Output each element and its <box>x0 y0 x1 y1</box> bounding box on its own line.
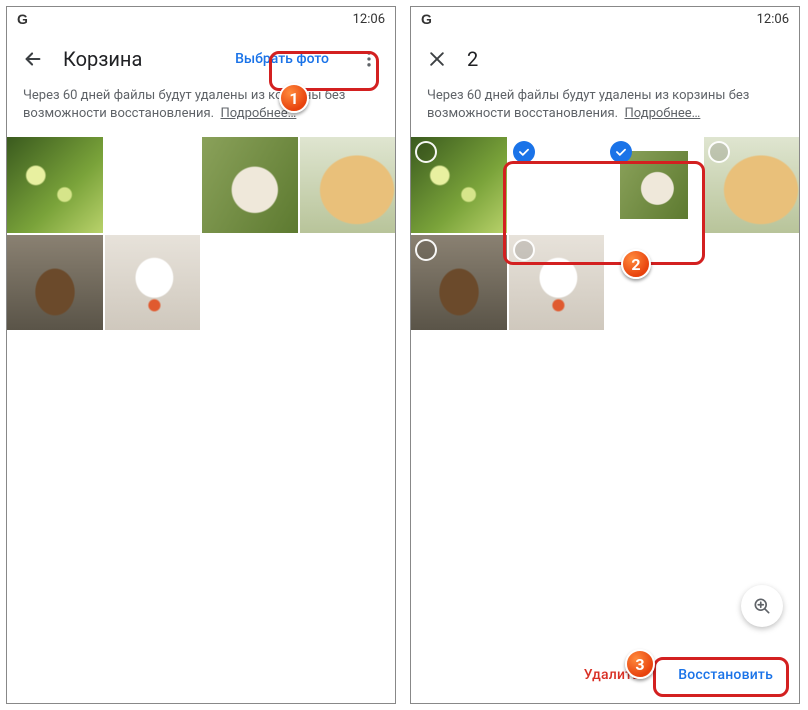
learn-more-link[interactable]: Подробнее… <box>221 106 297 121</box>
page-title: Корзина <box>63 47 215 71</box>
photo-thumb[interactable] <box>606 137 702 233</box>
thumb-image <box>300 137 396 233</box>
thumb-image <box>202 137 298 233</box>
photo-grid <box>411 137 799 330</box>
photo-thumb[interactable] <box>411 235 507 331</box>
photo-thumb[interactable] <box>7 235 103 331</box>
photo-thumb[interactable] <box>509 137 605 233</box>
photo-thumb[interactable] <box>202 137 298 233</box>
photo-thumb[interactable] <box>411 137 507 233</box>
learn-more-link[interactable]: Подробнее… <box>625 106 701 121</box>
photo-thumb[interactable] <box>105 137 201 233</box>
google-brand-icon: G <box>17 11 28 27</box>
app-bar: Корзина Выбрать фото <box>7 31 395 87</box>
status-time: 12:06 <box>757 12 789 27</box>
selection-check-empty-icon[interactable] <box>513 239 535 261</box>
selection-check-picked-icon[interactable] <box>513 141 535 163</box>
photo-thumb[interactable] <box>509 235 605 331</box>
trash-notice-text: Через 60 дней файлы будут удалены из кор… <box>23 88 345 121</box>
zoom-in-icon <box>752 596 772 616</box>
restore-button[interactable]: Восстановить <box>664 657 787 693</box>
more-vert-icon <box>359 49 379 69</box>
app-bar: 2 <box>411 31 799 87</box>
status-bar: G 12:06 <box>411 7 799 31</box>
photo-thumb[interactable] <box>300 137 396 233</box>
arrow-back-icon <box>22 48 44 70</box>
photo-thumb[interactable] <box>7 137 103 233</box>
trash-notice: Через 60 дней файлы будут удалены из кор… <box>7 87 395 137</box>
close-icon <box>427 49 447 69</box>
select-photo-button[interactable]: Выбрать фото <box>225 45 339 73</box>
zoom-fab[interactable] <box>741 585 783 627</box>
google-brand-icon: G <box>421 11 432 27</box>
thumb-image <box>105 235 201 331</box>
selection-count: 2 <box>467 47 793 71</box>
action-bar: Удалить Восстановить <box>411 647 799 703</box>
phone-right: G 12:06 2 Через 60 дней файлы будут удал… <box>410 6 800 704</box>
selection-check-empty-icon[interactable] <box>415 239 437 261</box>
photo-thumb[interactable] <box>704 137 800 233</box>
status-time: 12:06 <box>353 12 385 27</box>
photo-thumb[interactable] <box>105 235 201 331</box>
thumb-image <box>7 235 103 331</box>
selection-check-empty-icon[interactable] <box>708 141 730 163</box>
photo-grid <box>7 137 395 330</box>
trash-notice-text: Через 60 дней файлы будут удалены из кор… <box>427 88 749 121</box>
overflow-menu-button[interactable] <box>349 39 389 79</box>
phone-left: G 12:06 Корзина Выбрать фото Через 60 дн… <box>6 6 396 704</box>
close-selection-button[interactable] <box>417 39 457 79</box>
delete-button[interactable]: Удалить <box>570 657 655 693</box>
trash-notice: Через 60 дней файлы будут удалены из кор… <box>411 87 799 137</box>
status-bar: G 12:06 <box>7 7 395 31</box>
back-button[interactable] <box>13 39 53 79</box>
thumb-image <box>7 137 103 233</box>
